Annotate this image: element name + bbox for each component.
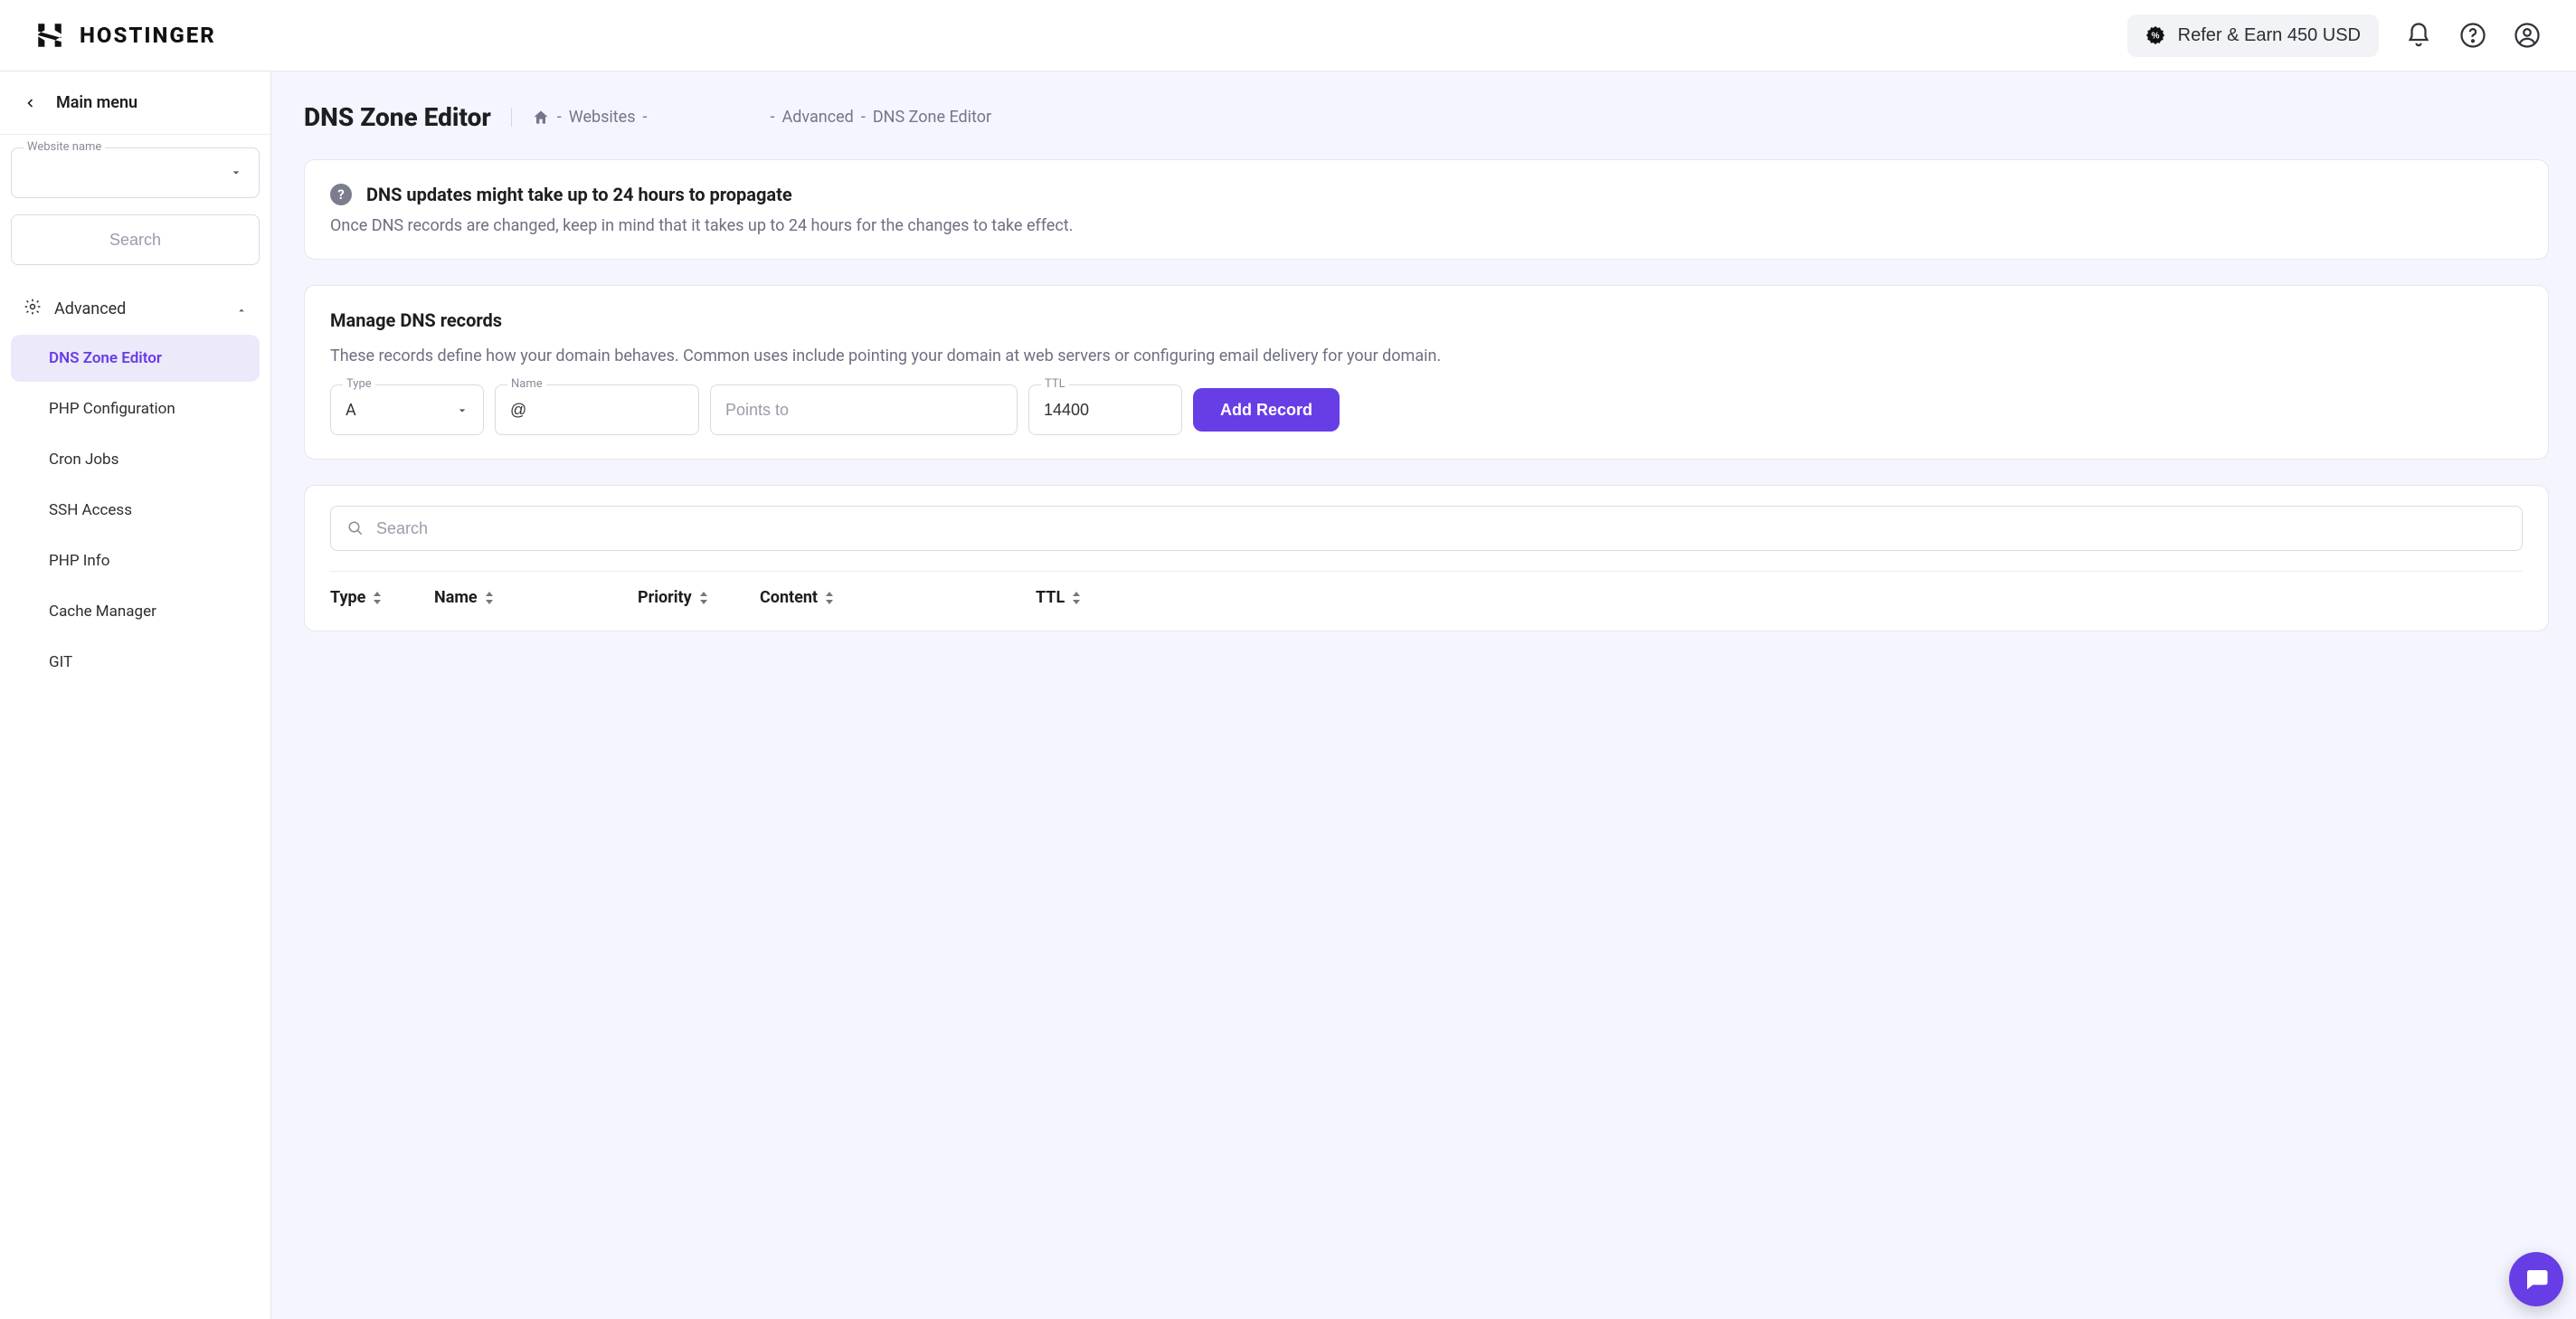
- breadcrumb-sep: -: [557, 108, 562, 127]
- sidebar-item-label: GIT: [49, 653, 72, 671]
- breadcrumb-advanced[interactable]: Advanced: [782, 108, 854, 127]
- breadcrumb-sep: -: [643, 108, 648, 127]
- sidebar-item-label: DNS Zone Editor: [49, 349, 162, 367]
- chevron-left-icon: [25, 97, 36, 109]
- col-header-content[interactable]: Content: [760, 588, 1036, 607]
- gear-icon: [24, 298, 42, 320]
- record-name-input[interactable]: [495, 384, 699, 435]
- main-menu-back[interactable]: Main menu: [0, 71, 270, 135]
- breadcrumb: - Websites - - Advanced - DNS Zone Edito…: [511, 108, 991, 127]
- sidebar-item-php-info[interactable]: PHP Info: [11, 537, 260, 584]
- record-ttl-input[interactable]: [1028, 384, 1182, 435]
- website-selector[interactable]: [11, 147, 260, 198]
- brand-text: HOSTINGER: [80, 23, 216, 48]
- records-search[interactable]: [330, 506, 2523, 551]
- help-icon[interactable]: [2458, 21, 2487, 50]
- refer-earn-label: Refer & Earn 450 USD: [2178, 25, 2361, 46]
- sort-icon: [1072, 592, 1081, 604]
- sort-icon: [485, 592, 494, 604]
- breadcrumb-current: DNS Zone Editor: [873, 108, 991, 127]
- sidebar-item-dns-zone-editor[interactable]: DNS Zone Editor: [11, 335, 260, 382]
- col-header-type[interactable]: Type: [330, 588, 434, 607]
- col-header-name[interactable]: Name: [434, 588, 638, 607]
- sidebar-group-advanced[interactable]: Advanced: [11, 287, 260, 331]
- manage-description: These records define how your domain beh…: [330, 344, 2523, 368]
- sidebar-group-label: Advanced: [54, 299, 126, 318]
- website-selector-label: Website name: [24, 140, 105, 154]
- records-table-header: Type Name Priority Content TTL: [330, 571, 2523, 622]
- caret-down-icon: [230, 168, 242, 177]
- record-type-select[interactable]: A: [330, 384, 484, 435]
- sidebar-item-label: Cache Manager: [49, 603, 156, 621]
- brand-mark-icon: [34, 20, 65, 51]
- chat-launcher[interactable]: [2509, 1252, 2563, 1306]
- col-header-ttl[interactable]: TTL: [1036, 588, 1126, 607]
- sidebar-item-cron-jobs[interactable]: Cron Jobs: [11, 436, 260, 483]
- refer-earn-button[interactable]: % Refer & Earn 450 USD: [2127, 14, 2379, 57]
- brand-logo[interactable]: HOSTINGER: [34, 20, 216, 51]
- caret-down-icon: [456, 401, 469, 420]
- sidebar-item-label: PHP Configuration: [49, 400, 175, 418]
- record-type-value: A: [346, 401, 356, 420]
- svg-text:%: %: [2151, 32, 2159, 42]
- chat-icon: [2523, 1266, 2550, 1293]
- breadcrumb-websites[interactable]: Websites: [569, 108, 636, 127]
- breadcrumb-sep: -: [771, 108, 775, 127]
- name-field-label: Name: [507, 377, 546, 391]
- sidebar-item-label: PHP Info: [49, 552, 109, 570]
- home-icon[interactable]: [532, 109, 550, 127]
- info-icon: ?: [330, 184, 352, 205]
- notice-title: DNS updates might take up to 24 hours to…: [366, 184, 792, 205]
- search-icon: [347, 520, 364, 536]
- sidebar-item-label: SSH Access: [49, 501, 132, 519]
- propagation-notice: ? DNS updates might take up to 24 hours …: [304, 159, 2549, 260]
- type-field-label: Type: [343, 377, 375, 391]
- notice-body: Once DNS records are changed, keep in mi…: [330, 216, 2523, 235]
- notifications-icon[interactable]: [2404, 21, 2433, 50]
- sort-icon: [699, 592, 708, 604]
- sidebar-item-php-configuration[interactable]: PHP Configuration: [11, 385, 260, 432]
- sidebar-item-ssh-access[interactable]: SSH Access: [11, 487, 260, 534]
- ttl-field-label: TTL: [1041, 377, 1069, 391]
- col-header-priority[interactable]: Priority: [638, 588, 760, 607]
- add-record-label: Add Record: [1220, 401, 1312, 419]
- sort-icon: [825, 592, 834, 604]
- main-menu-label: Main menu: [56, 93, 137, 112]
- sidebar-item-git[interactable]: GIT: [11, 639, 260, 686]
- caret-up-icon: [236, 299, 247, 318]
- manage-title: Manage DNS records: [330, 309, 2523, 331]
- breadcrumb-sep: -: [861, 108, 866, 127]
- sort-icon: [373, 592, 382, 604]
- page-title: DNS Zone Editor: [304, 102, 491, 132]
- sidebar-item-cache-manager[interactable]: Cache Manager: [11, 588, 260, 635]
- sidebar-item-label: Cron Jobs: [49, 451, 118, 469]
- record-points-to-input[interactable]: [710, 384, 1018, 435]
- sidebar-search-input[interactable]: [11, 214, 260, 265]
- manage-dns-card: Manage DNS records These records define …: [304, 285, 2549, 460]
- add-record-button[interactable]: Add Record: [1193, 388, 1340, 432]
- records-list-card: Type Name Priority Content TTL: [304, 485, 2549, 631]
- account-icon[interactable]: [2513, 21, 2542, 50]
- records-search-input[interactable]: [376, 519, 2505, 538]
- discount-badge-icon: %: [2145, 25, 2165, 45]
